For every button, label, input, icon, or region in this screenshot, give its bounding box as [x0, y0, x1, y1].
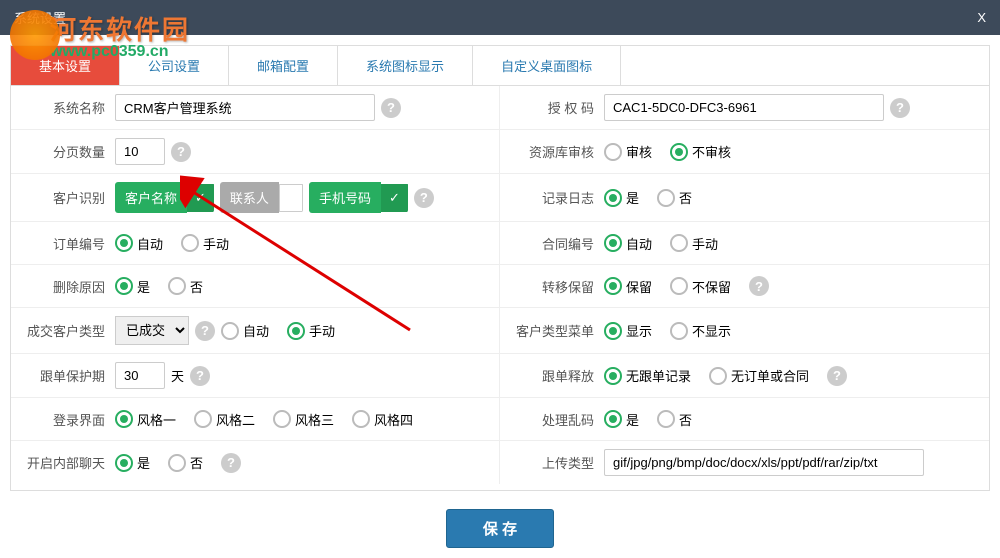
internal-chat-yes[interactable]: 是	[115, 453, 150, 472]
follow-protect-label: 跟单保护期	[23, 366, 115, 385]
help-icon[interactable]: ?	[749, 276, 769, 296]
deal-type-label: 成交客户类型	[23, 321, 115, 340]
log-label: 记录日志	[512, 188, 604, 207]
upload-type-input[interactable]	[604, 449, 924, 476]
del-reason-label: 删除原因	[23, 277, 115, 296]
deal-type-manual[interactable]: 手动	[287, 321, 335, 340]
del-reason-no[interactable]: 否	[168, 277, 203, 296]
cust-id-tag-contact[interactable]: 联系人	[220, 182, 303, 213]
garbled-label: 处理乱码	[512, 410, 604, 429]
tab-basic-settings[interactable]: 基本设置	[11, 46, 120, 85]
del-reason-yes[interactable]: 是	[115, 277, 150, 296]
form-panel: 系统名称 ? 授 权 码 ? 分页数量 ? 资源库审核 审核	[10, 85, 990, 491]
cust-menu-hide[interactable]: 不显示	[670, 321, 731, 340]
res-audit-opt1[interactable]: 审核	[604, 142, 652, 161]
window-title: 系统设置	[14, 8, 66, 27]
follow-release-label: 跟单释放	[512, 366, 604, 385]
help-icon[interactable]: ?	[221, 453, 241, 473]
title-bar: 系统设置 X	[0, 0, 1000, 35]
contract-no-auto[interactable]: 自动	[604, 234, 652, 253]
upload-type-label: 上传类型	[512, 453, 604, 472]
tab-custom-desktop-icon[interactable]: 自定义桌面图标	[473, 46, 621, 85]
cust-id-label: 客户识别	[23, 188, 115, 207]
help-icon[interactable]: ?	[414, 188, 434, 208]
order-no-manual[interactable]: 手动	[181, 234, 229, 253]
help-icon[interactable]: ?	[381, 98, 401, 118]
help-icon[interactable]: ?	[190, 366, 210, 386]
tab-company-settings[interactable]: 公司设置	[120, 46, 229, 85]
log-opt-yes[interactable]: 是	[604, 188, 639, 207]
tab-bar: 基本设置 公司设置 邮箱配置 系统图标显示 自定义桌面图标	[10, 45, 990, 85]
deal-type-select[interactable]: 已成交	[115, 316, 189, 345]
page-count-label: 分页数量	[23, 142, 115, 161]
tab-email-config[interactable]: 邮箱配置	[229, 46, 338, 85]
login-style-2[interactable]: 风格二	[194, 410, 255, 429]
follow-release-opt1[interactable]: 无跟单记录	[604, 366, 691, 385]
auth-code-label: 授 权 码	[512, 98, 604, 117]
garbled-no[interactable]: 否	[657, 410, 692, 429]
help-icon[interactable]: ?	[827, 366, 847, 386]
help-icon[interactable]: ?	[171, 142, 191, 162]
cust-menu-show[interactable]: 显示	[604, 321, 652, 340]
login-style-4[interactable]: 风格四	[352, 410, 413, 429]
help-icon[interactable]: ?	[890, 98, 910, 118]
help-icon[interactable]: ?	[195, 321, 215, 341]
follow-protect-input[interactable]	[115, 362, 165, 389]
login-style-3[interactable]: 风格三	[273, 410, 334, 429]
cust-menu-label: 客户类型菜单	[512, 321, 604, 340]
page-count-input[interactable]	[115, 138, 165, 165]
deal-type-auto[interactable]: 自动	[221, 321, 269, 340]
tab-system-icon[interactable]: 系统图标显示	[338, 46, 473, 85]
follow-protect-unit: 天	[171, 366, 184, 385]
system-name-label: 系统名称	[23, 98, 115, 117]
garbled-yes[interactable]: 是	[604, 410, 639, 429]
order-no-label: 订单编号	[23, 234, 115, 253]
log-opt-no[interactable]: 否	[657, 188, 692, 207]
save-button[interactable]: 保 存	[446, 509, 554, 548]
follow-release-opt2[interactable]: 无订单或合同	[709, 366, 809, 385]
system-name-input[interactable]	[115, 94, 375, 121]
transfer-keep-yes[interactable]: 保留	[604, 277, 652, 296]
transfer-keep-no[interactable]: 不保留	[670, 277, 731, 296]
internal-chat-label: 开启内部聊天	[23, 453, 115, 472]
transfer-keep-label: 转移保留	[512, 277, 604, 296]
login-style-1[interactable]: 风格一	[115, 410, 176, 429]
internal-chat-no[interactable]: 否	[168, 453, 203, 472]
cust-id-tag-phone[interactable]: 手机号码✓	[309, 182, 408, 213]
close-icon[interactable]: X	[977, 10, 986, 25]
res-audit-opt2[interactable]: 不审核	[670, 142, 731, 161]
res-audit-label: 资源库审核	[512, 142, 604, 161]
login-style-label: 登录界面	[23, 410, 115, 429]
contract-no-label: 合同编号	[512, 234, 604, 253]
cust-id-tag-name[interactable]: 客户名称✓	[115, 182, 214, 213]
auth-code-input[interactable]	[604, 94, 884, 121]
order-no-auto[interactable]: 自动	[115, 234, 163, 253]
contract-no-manual[interactable]: 手动	[670, 234, 718, 253]
